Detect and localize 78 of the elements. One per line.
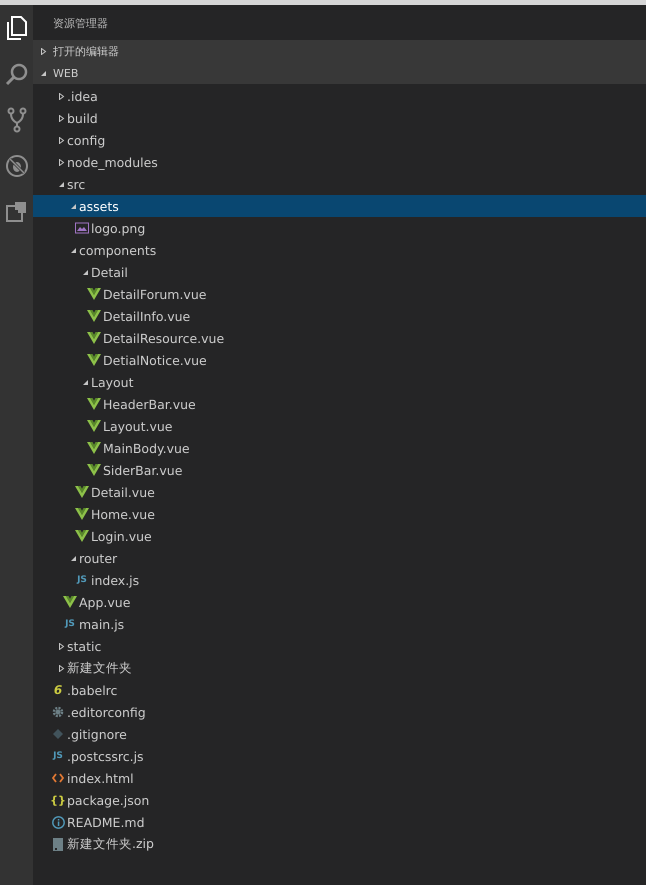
panel-title: 资源管理器 (52, 16, 109, 32)
file-name: components (79, 242, 156, 258)
tree-item[interactable]: SiderBar.vue (33, 459, 646, 481)
file-name: DetailResource.vue (103, 330, 224, 346)
file-name: HeaderBar.vue (103, 396, 196, 412)
tree-item[interactable]: .editorconfig (33, 701, 646, 723)
file-name: logo.png (91, 220, 146, 236)
file-name: node_modules (67, 154, 158, 170)
file-name: Login.vue (91, 528, 152, 544)
tree-item[interactable]: DetialNotice.vue (33, 349, 646, 371)
tree-item[interactable]: router (33, 547, 646, 569)
js-icon: JS (77, 576, 87, 584)
file-name: build (67, 110, 98, 126)
file-name: Layout.vue (103, 418, 172, 434)
tree-item[interactable]: Detail (33, 261, 646, 283)
file-name: static (67, 638, 102, 654)
tree-item[interactable]: Detail.vue (33, 481, 646, 503)
tree-item[interactable]: App.vue (33, 591, 646, 613)
tree-item[interactable]: DetailInfo.vue (33, 305, 646, 327)
tree-item[interactable]: DetailForum.vue (33, 283, 646, 305)
file-name: router (79, 550, 118, 566)
tree-item[interactable]: DetailResource.vue (33, 327, 646, 349)
tree-item[interactable]: components (33, 239, 646, 261)
file-name: Detail (91, 264, 128, 280)
file-name: src (67, 176, 86, 192)
section-header[interactable]: WEB (33, 62, 646, 84)
file-name: 新建文件夹.zip (67, 836, 154, 852)
tree-item[interactable]: Layout (33, 371, 646, 393)
tree-item[interactable]: node_modules (33, 151, 646, 173)
file-name: README.md (67, 814, 145, 830)
file-name: main.js (79, 616, 124, 632)
tree-item[interactable]: {}package.json (33, 789, 646, 811)
tree-item[interactable]: assets (33, 195, 646, 217)
file-name: App.vue (79, 594, 130, 610)
tree-item[interactable]: README.md (33, 811, 646, 833)
tree-item[interactable]: JS main.js (33, 613, 646, 635)
file-name: .gitignore (67, 726, 127, 742)
file-name: DetailInfo.vue (103, 308, 190, 324)
tree-item[interactable]: 新建文件夹.zip (33, 833, 646, 855)
file-name: assets (79, 198, 119, 214)
file-name: config (67, 132, 106, 148)
braces-icon: {} (50, 794, 66, 806)
tree-item[interactable]: static (33, 635, 646, 657)
js-icon: JS (65, 620, 75, 628)
file-name: SiderBar.vue (103, 462, 182, 478)
tree-item[interactable]: .gitignore (33, 723, 646, 745)
file-name: Layout (91, 374, 134, 390)
tree-item[interactable]: build (33, 107, 646, 129)
tree-item[interactable]: 6 .babelrc (33, 679, 646, 701)
tree-item[interactable]: index.html (33, 767, 646, 789)
tree-item[interactable]: Home.vue (33, 503, 646, 525)
file-name: .postcssrc.js (67, 748, 144, 764)
file-name: 新建文件夹 (67, 660, 132, 676)
file-name: index.js (91, 572, 140, 588)
file-name: package.json (67, 792, 150, 808)
file-name: .babelrc (67, 682, 118, 698)
tree-item[interactable]: HeaderBar.vue (33, 393, 646, 415)
tree-item[interactable]: 新建文件夹 (33, 657, 646, 679)
file-name: index.html (67, 770, 134, 786)
tree-item[interactable]: JS index.js (33, 569, 646, 591)
file-name: Detail.vue (91, 484, 155, 500)
file-name: DetailForum.vue (103, 286, 206, 302)
tree-item[interactable]: Login.vue (33, 525, 646, 547)
tree-item[interactable]: .idea (33, 85, 646, 107)
js-icon: JS (53, 752, 63, 760)
tree-item[interactable]: logo.png (33, 217, 646, 239)
tree-item[interactable]: MainBody.vue (33, 437, 646, 459)
tree-item[interactable]: Layout.vue (33, 415, 646, 437)
babel-icon: 6 (54, 684, 62, 696)
file-name: Home.vue (91, 506, 155, 522)
file-name: MainBody.vue (103, 440, 190, 456)
tree-item[interactable]: config (33, 129, 646, 151)
tree-item[interactable]: src (33, 173, 646, 195)
file-name: .editorconfig (67, 704, 146, 720)
tree-item[interactable]: JS .postcssrc.js (33, 745, 646, 767)
file-name: .idea (67, 88, 98, 104)
file-name: DetialNotice.vue (103, 352, 207, 368)
section-header[interactable]: 打开的编辑器 (33, 40, 646, 62)
